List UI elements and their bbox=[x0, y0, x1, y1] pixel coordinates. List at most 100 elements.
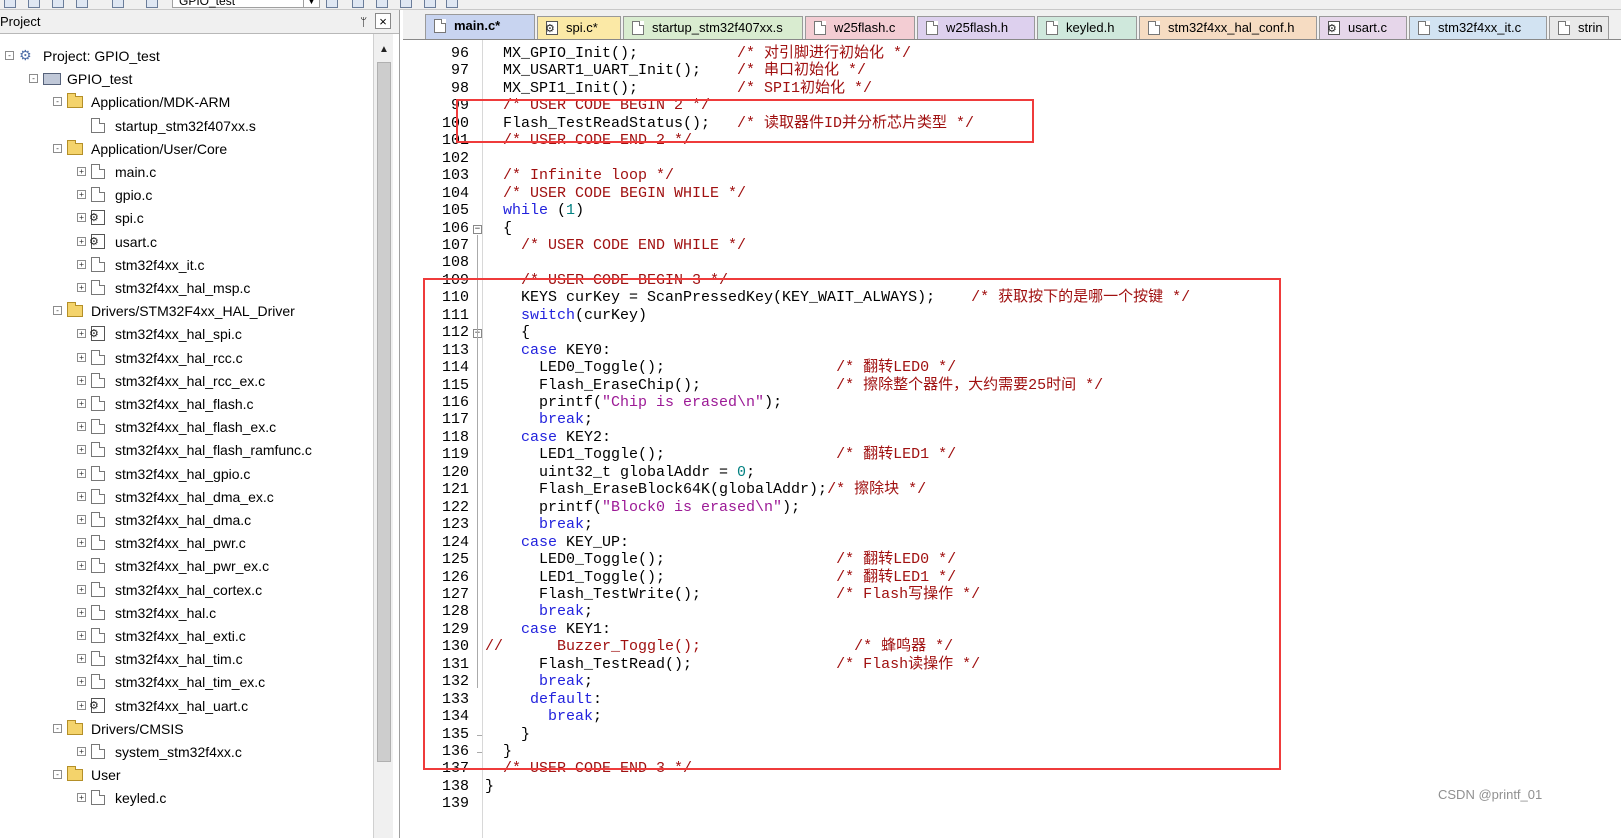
code-line[interactable]: break; bbox=[485, 708, 602, 726]
code-line[interactable]: Flash_TestRead(); /* Flash读操作 */ bbox=[485, 656, 980, 674]
code-line[interactable]: Flash_EraseBlock64K(globalAddr);/* 擦除块 *… bbox=[485, 481, 926, 499]
expand-icon[interactable]: + bbox=[77, 422, 86, 432]
collapse-icon[interactable]: - bbox=[53, 770, 62, 780]
editor-tab[interactable]: stm32f4xx_hal_conf.h bbox=[1139, 16, 1317, 39]
code-line[interactable]: case KEY_UP: bbox=[485, 534, 629, 552]
collapse-icon[interactable]: - bbox=[53, 97, 62, 107]
collapse-icon[interactable]: - bbox=[5, 51, 14, 60]
expand-icon[interactable]: + bbox=[77, 584, 86, 594]
expand-icon[interactable]: + bbox=[77, 352, 86, 362]
editor-tab[interactable]: w25flash.h bbox=[917, 16, 1035, 39]
expand-icon[interactable]: + bbox=[77, 445, 86, 455]
collapse-icon[interactable]: - bbox=[53, 306, 62, 316]
tree-item[interactable]: + stm32f4xx_hal_pwr_ex.c bbox=[0, 555, 372, 577]
toolbar-button-icon[interactable] bbox=[28, 0, 40, 8]
code-line[interactable]: printf("Block0 is erased\n"); bbox=[485, 499, 800, 517]
expand-icon[interactable]: + bbox=[77, 491, 86, 501]
code-line[interactable]: LED1_Toggle(); /* 翻转LED1 */ bbox=[485, 446, 956, 464]
tree-item[interactable]: + stm32f4xx_hal_spi.c bbox=[0, 323, 372, 345]
tree-item[interactable]: + system_stm32f4xx.c bbox=[0, 741, 372, 763]
code-line[interactable]: MX_SPI1_Init(); /* SPI1初始化 */ bbox=[485, 80, 872, 98]
code-line[interactable]: uint32_t globalAddr = 0; bbox=[485, 464, 755, 482]
expand-icon[interactable]: + bbox=[77, 607, 86, 617]
code-area[interactable]: MX_GPIO_Init(); /* 对引脚进行初始化 */ MX_USART1… bbox=[485, 40, 1621, 838]
expand-icon[interactable]: + bbox=[77, 283, 86, 292]
tree-item[interactable]: - Project: GPIO_test bbox=[0, 45, 372, 67]
code-line[interactable]: case KEY0: bbox=[485, 342, 611, 360]
target-select[interactable]: GPIO_test ▼ bbox=[172, 0, 320, 8]
code-line[interactable]: /* USER CODE END 2 */ bbox=[485, 132, 692, 150]
code-line[interactable]: KEYS curKey = ScanPressedKey(KEY_WAIT_AL… bbox=[485, 289, 1190, 307]
pin-icon[interactable]: ᛘ bbox=[360, 15, 367, 29]
toolbar-button-icon[interactable] bbox=[400, 0, 412, 8]
code-line[interactable]: /* USER CODE BEGIN WHILE */ bbox=[485, 185, 746, 203]
code-line[interactable]: Flash_TestReadStatus(); /* 读取器件ID并分析芯片类型… bbox=[485, 115, 974, 133]
code-line[interactable]: Flash_EraseChip(); /* 擦除整个器件，大约需要25时间 */ bbox=[485, 377, 1103, 395]
tree-item[interactable]: + stm32f4xx_hal_exti.c bbox=[0, 625, 372, 647]
collapse-icon[interactable]: - bbox=[53, 143, 62, 153]
tree-item[interactable]: - Drivers/STM32F4xx_HAL_Driver bbox=[0, 300, 372, 322]
close-icon[interactable]: × bbox=[375, 13, 391, 29]
code-line[interactable]: while (1) bbox=[485, 202, 584, 220]
tree-item[interactable]: + stm32f4xx_hal_flash_ex.c bbox=[0, 416, 372, 438]
tree-item[interactable]: + stm32f4xx_hal.c bbox=[0, 602, 372, 624]
code-line[interactable]: } bbox=[485, 778, 494, 796]
tree-item[interactable]: + stm32f4xx_hal_rcc.c bbox=[0, 347, 372, 369]
fold-toggle-icon[interactable]: − bbox=[473, 224, 482, 234]
expand-icon[interactable]: + bbox=[77, 654, 86, 664]
code-line[interactable]: switch(curKey) bbox=[485, 307, 647, 325]
code-line[interactable]: /* USER CODE END 3 */ bbox=[485, 760, 692, 778]
tree-item[interactable]: + usart.c bbox=[0, 231, 372, 253]
tree-item[interactable]: - Application/User/Core bbox=[0, 138, 372, 160]
tree-item[interactable]: + stm32f4xx_hal_gpio.c bbox=[0, 463, 372, 485]
tree-item[interactable]: + stm32f4xx_hal_msp.c bbox=[0, 277, 372, 299]
expand-icon[interactable]: + bbox=[77, 468, 86, 478]
code-line[interactable]: MX_GPIO_Init(); /* 对引脚进行初始化 */ bbox=[485, 45, 911, 63]
tree-item[interactable]: + main.c bbox=[0, 161, 372, 183]
code-line[interactable]: } bbox=[485, 743, 512, 761]
code-line[interactable]: printf("Chip is erased\n"); bbox=[485, 394, 782, 412]
code-line[interactable]: /* USER CODE BEGIN 3 */ bbox=[485, 272, 728, 290]
code-line[interactable]: { bbox=[485, 324, 530, 342]
code-line[interactable]: case KEY2: bbox=[485, 429, 611, 447]
code-line[interactable]: /* Infinite loop */ bbox=[485, 167, 674, 185]
toolbar-button-icon[interactable] bbox=[4, 0, 16, 8]
code-line[interactable]: LED1_Toggle(); /* 翻转LED1 */ bbox=[485, 569, 956, 587]
toolbar-button-icon[interactable] bbox=[76, 0, 88, 8]
code-line[interactable]: LED0_Toggle(); /* 翻转LED0 */ bbox=[485, 359, 956, 377]
tree-item[interactable]: + stm32f4xx_hal_cortex.c bbox=[0, 579, 372, 601]
expand-icon[interactable]: + bbox=[77, 793, 86, 803]
toolbar-button-icon[interactable] bbox=[52, 0, 64, 8]
code-line[interactable]: MX_USART1_UART_Init(); /* 串口初始化 */ bbox=[485, 62, 866, 80]
tree-item[interactable]: - Application/MDK-ARM bbox=[0, 91, 372, 113]
toolbar-button-icon[interactable] bbox=[446, 0, 458, 8]
expand-icon[interactable]: + bbox=[77, 631, 86, 640]
expand-icon[interactable]: + bbox=[77, 677, 86, 687]
code-line[interactable]: case KEY1: bbox=[485, 621, 611, 639]
tree-item[interactable]: + spi.c bbox=[0, 207, 372, 229]
tree-item[interactable]: + stm32f4xx_it.c bbox=[0, 254, 372, 276]
code-line[interactable]: Flash_TestWrite(); /* Flash写操作 */ bbox=[485, 586, 980, 604]
tree-item[interactable]: + stm32f4xx_hal_dma.c bbox=[0, 509, 372, 531]
expand-icon[interactable]: + bbox=[77, 700, 86, 710]
expand-icon[interactable]: + bbox=[77, 167, 86, 176]
tree-item[interactable]: + stm32f4xx_hal_flash_ramfunc.c bbox=[0, 439, 372, 461]
editor-tab[interactable]: startup_stm32f407xx.s bbox=[623, 16, 803, 39]
tree-item[interactable]: startup_stm32f407xx.s bbox=[0, 115, 372, 137]
expand-icon[interactable]: + bbox=[77, 561, 86, 571]
editor-tab[interactable]: spi.c* bbox=[537, 16, 621, 39]
toolbar-button-icon[interactable] bbox=[146, 0, 158, 8]
tree-item[interactable]: + stm32f4xx_hal_flash.c bbox=[0, 393, 372, 415]
collapse-icon[interactable]: - bbox=[29, 74, 38, 84]
tree-item[interactable]: - User bbox=[0, 764, 372, 786]
tree-item[interactable]: + stm32f4xx_hal_tim.c bbox=[0, 648, 372, 670]
tree-item[interactable]: + stm32f4xx_hal_rcc_ex.c bbox=[0, 370, 372, 392]
tree-item[interactable]: + stm32f4xx_hal_dma_ex.c bbox=[0, 486, 372, 508]
expand-icon[interactable]: + bbox=[77, 538, 86, 548]
tree-item[interactable]: + stm32f4xx_hal_uart.c bbox=[0, 695, 372, 717]
toolbar-button-icon[interactable] bbox=[352, 0, 364, 8]
expand-icon[interactable]: + bbox=[77, 213, 86, 223]
tree-item[interactable]: + keyled.c bbox=[0, 787, 372, 809]
scrollbar-thumb[interactable] bbox=[377, 62, 391, 762]
tree-item[interactable]: - GPIO_test bbox=[0, 68, 372, 90]
